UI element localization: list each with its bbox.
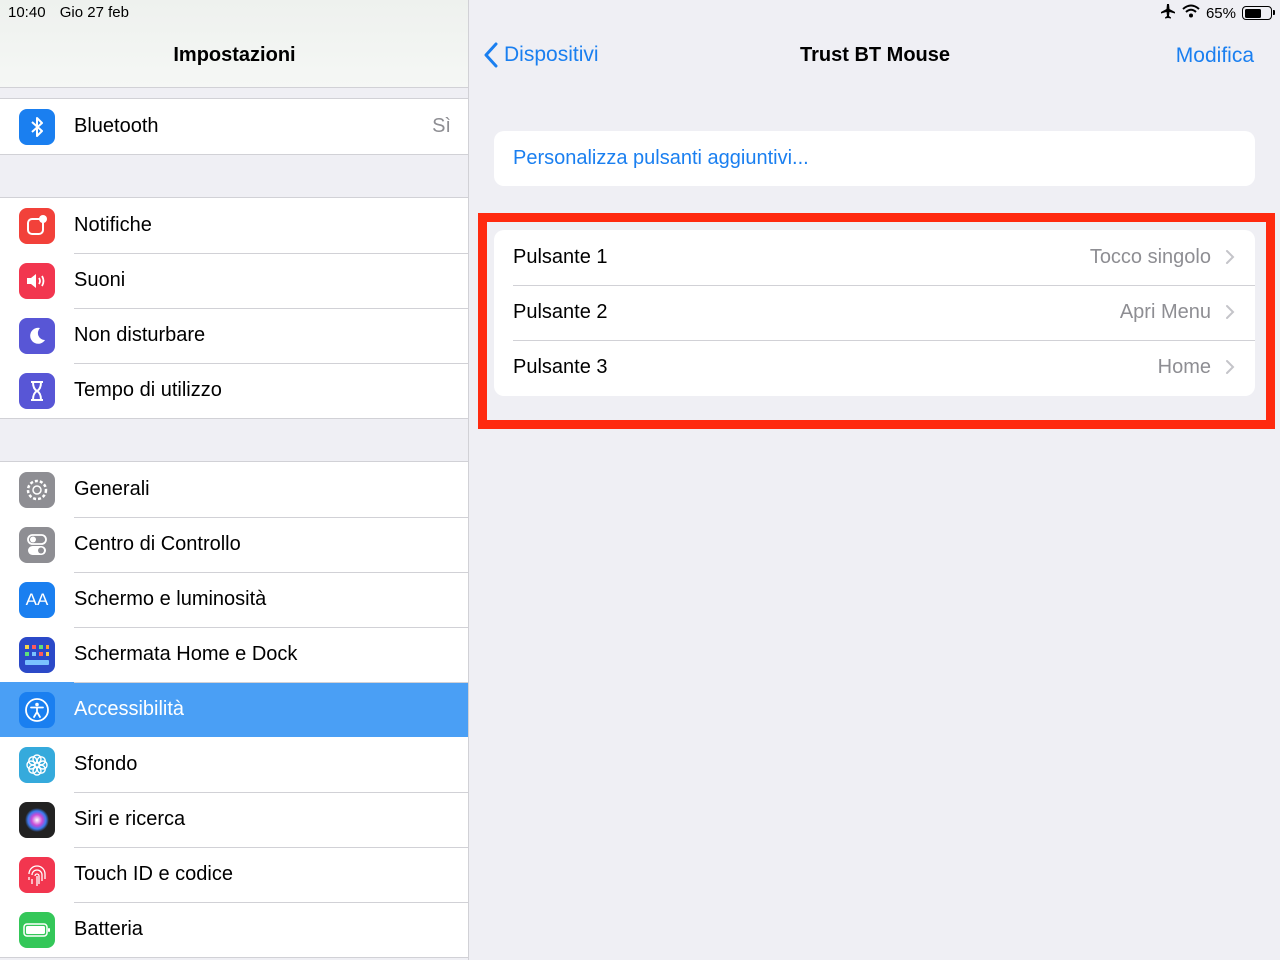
sidebar-item-suoni[interactable]: Suoni (0, 253, 468, 308)
battery-icon (19, 911, 55, 948)
bluetooth-icon (19, 108, 55, 145)
status-date: Gio 27 feb (59, 4, 129, 21)
status-bar-right: 65% (1160, 3, 1275, 23)
siri-icon (19, 801, 55, 838)
button-row-3[interactable]: Pulsante 3 Home (494, 340, 1255, 395)
sidebar-item-label: Batteria (74, 918, 143, 940)
back-button[interactable]: Dispositivi (484, 42, 599, 68)
sidebar-item-siri-e-ricerca[interactable]: Siri e ricerca (0, 792, 468, 847)
sidebar-group-general: Generali Centro di Controllo AA Schermo … (0, 461, 468, 958)
sidebar-item-tempo-di-utilizzo[interactable]: Tempo di utilizzo (0, 363, 468, 418)
toggles-icon (19, 526, 55, 563)
sidebar-group-connectivity: Bluetooth Sì (0, 98, 468, 155)
airplane-icon (1160, 3, 1176, 23)
home-grid-icon (19, 636, 55, 673)
button-row-2[interactable]: Pulsante 2 Apri Menu (494, 285, 1255, 340)
bluetooth-status: Sì (432, 115, 451, 137)
customize-buttons-link[interactable]: Personalizza pulsanti aggiuntivi... (494, 131, 1255, 186)
back-label: Dispositivi (504, 43, 599, 66)
sidebar-item-generali[interactable]: Generali (0, 462, 468, 517)
sidebar-item-label: Touch ID e codice (74, 863, 233, 885)
battery-percentage: 65% (1205, 4, 1236, 22)
settings-sidebar: Impostazioni Bluetooth Sì Notifiche Suon… (0, 0, 469, 960)
sidebar-item-label: Tempo di utilizzo (74, 379, 222, 401)
sidebar-item-label: Generali (74, 478, 150, 500)
gear-icon (19, 471, 55, 508)
mouse-buttons-list: Pulsante 1 Tocco singolo Pulsante 2 Apri… (494, 230, 1255, 396)
sidebar-item-batteria[interactable]: Batteria (0, 902, 468, 957)
button-row-label: Pulsante 2 (513, 301, 608, 323)
chevron-right-icon (1226, 360, 1235, 374)
chevron-right-icon (1226, 305, 1235, 319)
button-row-label: Pulsante 3 (513, 356, 608, 378)
sidebar-item-touch-id-e-codice[interactable]: Touch ID e codice (0, 847, 468, 902)
sidebar-item-label: Schermata Home e Dock (74, 643, 298, 665)
sidebar-item-sfondo[interactable]: Sfondo (0, 737, 468, 792)
sidebar-item-label: Notifiche (74, 214, 152, 236)
battery-status-icon (1242, 6, 1275, 20)
sidebar-item-non-disturbare[interactable]: Non disturbare (0, 308, 468, 363)
button-row-value: Tocco singolo (1089, 246, 1211, 268)
sidebar-item-bluetooth[interactable]: Bluetooth Sì (0, 99, 468, 154)
text-size-icon: AA (19, 581, 55, 618)
sounds-icon (19, 262, 55, 299)
sidebar-item-accessibilita[interactable]: Accessibilità (0, 682, 468, 737)
sidebar-item-schermata-home-e-dock[interactable]: Schermata Home e Dock (0, 627, 468, 682)
sidebar-item-label: Sfondo (74, 753, 138, 775)
sidebar-group-notifications: Notifiche Suoni Non disturbare Tempo di … (0, 197, 468, 419)
sidebar-item-label: Schermo e luminosità (74, 588, 267, 610)
status-time: 10:40 (8, 4, 46, 21)
chevron-left-icon (484, 42, 498, 68)
hourglass-icon (19, 372, 55, 409)
chevron-right-icon (1226, 250, 1235, 264)
sidebar-title: Impostazioni (173, 44, 296, 66)
accessibility-icon (19, 691, 55, 728)
sidebar-item-label: Bluetooth (74, 115, 159, 137)
sidebar-item-label: Centro di Controllo (74, 533, 241, 555)
sidebar-item-label: Accessibilità (74, 698, 185, 720)
sidebar-item-label: Non disturbare (74, 324, 206, 346)
status-bar-left: 10:40 Gio 27 feb (8, 4, 139, 21)
notifications-icon (19, 207, 55, 244)
sidebar-item-centro-di-controllo[interactable]: Centro di Controllo (0, 517, 468, 572)
flower-icon (19, 746, 55, 783)
button-row-value: Apri Menu (1119, 301, 1211, 323)
wifi-icon (1182, 4, 1200, 22)
sidebar-item-schermo-e-luminosita[interactable]: AA Schermo e luminosità (0, 572, 468, 627)
button-row-1[interactable]: Pulsante 1 Tocco singolo (494, 230, 1255, 285)
edit-button[interactable]: Modifica (1176, 44, 1254, 68)
sidebar-item-notifiche[interactable]: Notifiche (0, 198, 468, 253)
page-title: Trust BT Mouse (799, 44, 950, 66)
button-row-label: Pulsante 1 (513, 246, 608, 268)
moon-icon (19, 317, 55, 354)
sidebar-item-label: Suoni (74, 269, 126, 291)
fingerprint-icon (19, 856, 55, 893)
sidebar-item-label: Siri e ricerca (74, 808, 186, 830)
button-row-value: Home (1157, 356, 1211, 378)
